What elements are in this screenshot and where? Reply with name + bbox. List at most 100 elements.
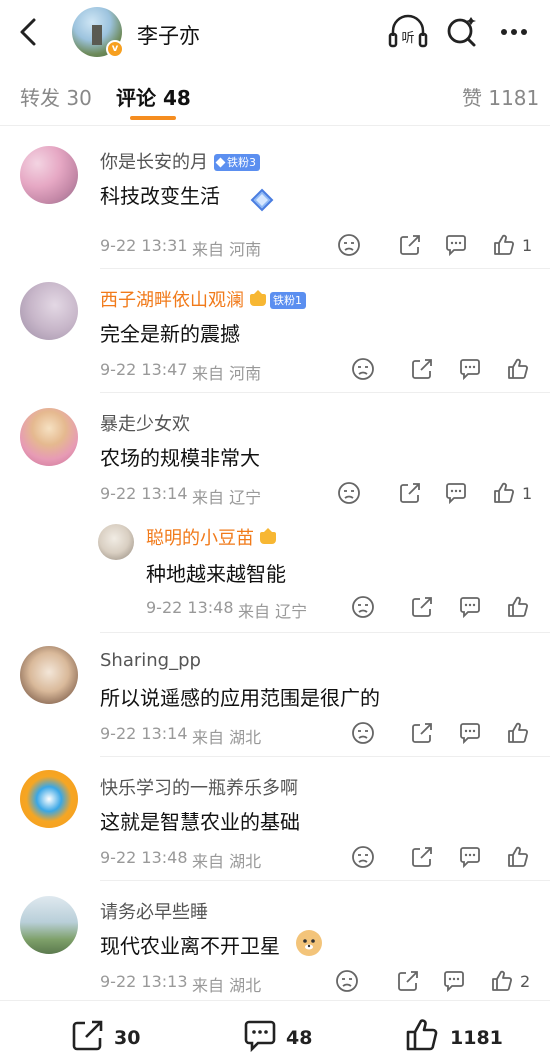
reply-location: 来自 辽宁 xyxy=(238,602,308,621)
like-count: 1 xyxy=(522,236,533,255)
repost-count[interactable]: 30 xyxy=(114,1027,140,1049)
like-icon[interactable] xyxy=(492,481,516,505)
dislike-icon[interactable] xyxy=(351,721,375,745)
dislike-icon[interactable] xyxy=(351,845,375,869)
reply-icon[interactable] xyxy=(458,595,482,619)
tab-like[interactable]: 赞 1181 xyxy=(462,82,539,111)
comment-item: 暴走少女欢 农场的规模非常大 9-22 13:14 来自 辽宁 1 聪明的小豆苗… xyxy=(0,392,550,632)
author-name[interactable]: 你是长安的月 xyxy=(100,152,208,173)
doge-emoji-icon xyxy=(296,930,322,956)
like-icon[interactable] xyxy=(404,1017,440,1053)
comment-author[interactable]: 西子湖畔依山观澜 铁粉1 xyxy=(100,286,306,312)
diamond-emoji-icon xyxy=(248,186,276,214)
comment-time: 9-22 13:48 xyxy=(100,848,188,867)
headphone-icon[interactable]: 听 xyxy=(388,14,428,50)
avatar[interactable] xyxy=(20,146,78,204)
reply-icon[interactable] xyxy=(458,357,482,381)
avatar[interactable] xyxy=(20,282,78,340)
share-icon[interactable] xyxy=(410,845,434,869)
user-name[interactable]: 李子亦 xyxy=(137,20,200,50)
comment-icon[interactable] xyxy=(242,1017,278,1053)
reply-avatar[interactable] xyxy=(98,524,134,560)
dislike-icon[interactable] xyxy=(335,969,359,993)
like-icon[interactable] xyxy=(506,845,530,869)
comment-time: 9-22 13:47 xyxy=(100,360,188,379)
avatar[interactable] xyxy=(20,770,78,828)
dislike-icon[interactable] xyxy=(351,595,375,619)
tab-bar: 转发 30 评论 48 赞 1181 xyxy=(0,64,550,126)
comment-time: 9-22 13:31 xyxy=(100,236,188,255)
reply-icon[interactable] xyxy=(442,969,466,993)
fan-badge-label: 铁粉3 xyxy=(227,156,256,169)
reply-time: 9-22 13:48 xyxy=(146,598,234,617)
comment-item: 西子湖畔依山观澜 铁粉1 完全是新的震撼 9-22 13:47 来自 河南 xyxy=(0,268,550,392)
author-name[interactable]: Sharing_pp xyxy=(100,650,201,671)
like-icon[interactable] xyxy=(506,595,530,619)
active-tab-indicator xyxy=(130,116,176,120)
comment-time: 9-22 13:14 xyxy=(100,724,188,743)
avatar[interactable] xyxy=(20,896,78,954)
author-name[interactable]: 暴走少女欢 xyxy=(100,410,190,436)
back-arrow-icon[interactable] xyxy=(14,14,44,50)
share-icon[interactable] xyxy=(398,481,422,505)
comment-item: 快乐学习的一瓶养乐多啊 这就是智慧农业的基础 9-22 13:48 来自 湖北 xyxy=(0,756,550,880)
comment-text: 科技改变生活 xyxy=(100,184,220,208)
dislike-icon[interactable] xyxy=(337,233,361,257)
tab-repost[interactable]: 转发 30 xyxy=(20,82,92,111)
author-name[interactable]: 快乐学习的一瓶养乐多啊 xyxy=(100,774,298,800)
comment-item: Sharing_pp 所以说遥感的应用范围是很广的 9-22 13:14 来自 … xyxy=(0,632,550,756)
share-icon[interactable] xyxy=(410,357,434,381)
comment-text: 完全是新的震撼 xyxy=(100,322,240,346)
comment-text: 所以说遥感的应用范围是很广的 xyxy=(100,686,380,710)
like-count[interactable]: 1181 xyxy=(450,1027,503,1049)
like-icon[interactable] xyxy=(492,233,516,257)
tab-comment[interactable]: 评论 48 xyxy=(116,82,191,111)
fan-badge: 铁粉3 xyxy=(214,154,260,171)
listen-label: 听 xyxy=(401,31,414,46)
avatar[interactable] xyxy=(20,408,78,466)
author-name[interactable]: 西子湖畔依山观澜 xyxy=(100,290,244,311)
comment-text: 农场的规模非常大 xyxy=(100,446,260,470)
crown-icon xyxy=(258,528,278,546)
dislike-icon[interactable] xyxy=(351,357,375,381)
search-icon[interactable] xyxy=(442,14,482,50)
comment-count[interactable]: 48 xyxy=(286,1027,312,1049)
comment-location: 来自 湖北 xyxy=(192,728,262,747)
dislike-icon[interactable] xyxy=(337,481,361,505)
share-icon[interactable] xyxy=(410,721,434,745)
like-icon[interactable] xyxy=(506,357,530,381)
comment-location: 来自 河南 xyxy=(192,364,262,383)
reply-icon[interactable] xyxy=(444,481,468,505)
author-name[interactable]: 聪明的小豆苗 xyxy=(146,528,254,549)
like-count: 2 xyxy=(520,972,531,991)
author-name[interactable]: 请务必早些睡 xyxy=(100,898,208,924)
avatar[interactable] xyxy=(20,646,78,704)
crown-icon xyxy=(248,290,268,308)
comment-author[interactable]: 你是长安的月 铁粉3 xyxy=(100,148,260,174)
comment-item: 请务必早些睡 现代农业离不开卫星 9-22 13:13 来自 湖北 2 xyxy=(0,880,550,1000)
top-bar: v 李子亦 听 xyxy=(0,0,550,64)
share-icon[interactable] xyxy=(396,969,420,993)
fan-badge-label: 铁粉1 xyxy=(273,294,302,307)
like-icon[interactable] xyxy=(490,969,514,993)
comment-location: 来自 湖北 xyxy=(192,976,262,995)
comment-time: 9-22 13:13 xyxy=(100,972,188,991)
share-icon[interactable] xyxy=(398,233,422,257)
verified-badge-icon: v xyxy=(106,40,124,58)
repost-icon[interactable] xyxy=(70,1017,106,1053)
fan-badge: 铁粉1 xyxy=(270,292,306,309)
reply-text: 种地越来越智能 xyxy=(146,562,286,586)
share-icon[interactable] xyxy=(410,595,434,619)
reply-icon[interactable] xyxy=(458,845,482,869)
comment-location: 来自 辽宁 xyxy=(192,488,262,507)
bottom-action-bar: 30 48 1181 xyxy=(0,1000,550,1064)
like-icon[interactable] xyxy=(506,721,530,745)
reply-icon[interactable] xyxy=(458,721,482,745)
more-icon[interactable] xyxy=(496,14,536,50)
reply-author[interactable]: 聪明的小豆苗 xyxy=(146,524,278,550)
comment-time: 9-22 13:14 xyxy=(100,484,188,503)
comment-text: 这就是智慧农业的基础 xyxy=(100,810,300,834)
comment-location: 来自 湖北 xyxy=(192,852,262,871)
comment-item: 你是长安的月 铁粉3 科技改变生活 9-22 13:31 来自 河南 1 xyxy=(0,126,550,268)
reply-icon[interactable] xyxy=(444,233,468,257)
